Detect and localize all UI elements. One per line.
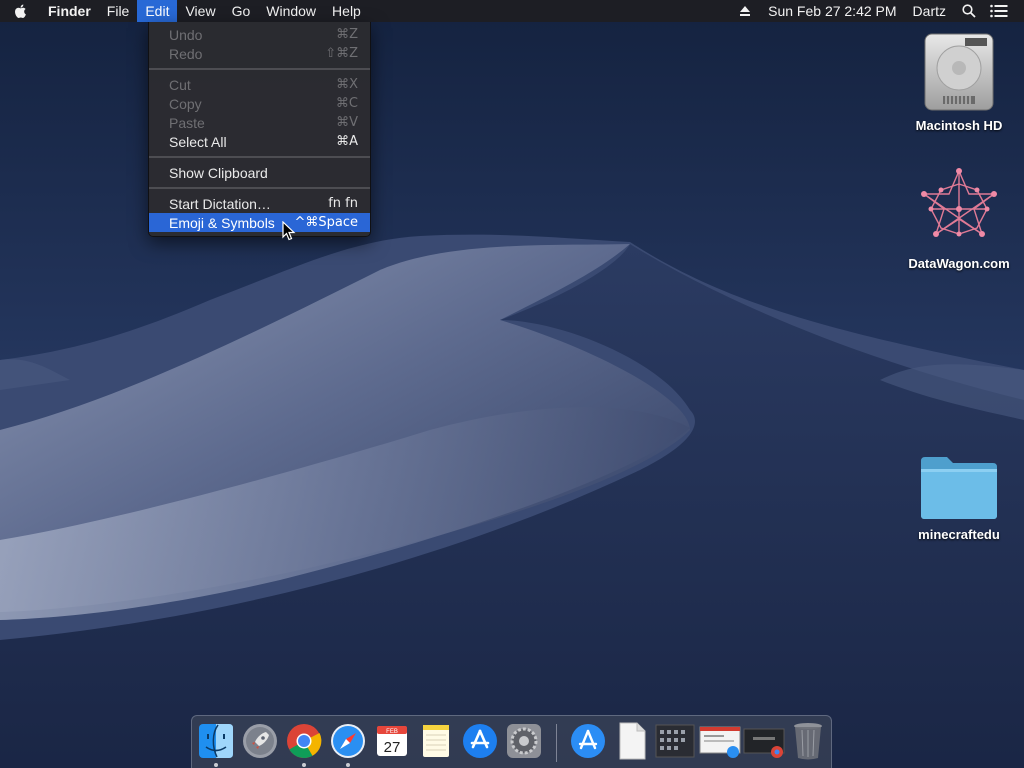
menu-item-shortcut: ^⌘Space [294, 215, 358, 230]
calendar-day: 27 [384, 739, 401, 756]
desktop-icon-datawagon[interactable]: DataWagon.com [904, 168, 1014, 271]
menu-item-paste[interactable]: Paste ⌘V [149, 113, 370, 132]
gear-icon [507, 724, 541, 758]
window-thumbnail-icon [655, 724, 695, 758]
chrome-icon [287, 724, 322, 758]
calendar-month: FEB [386, 729, 398, 735]
menu-item-undo[interactable]: Undo ⌘Z [149, 25, 370, 44]
notification-center-icon[interactable] [984, 0, 1014, 22]
menu-help[interactable]: Help [324, 0, 369, 22]
menu-item-copy[interactable]: Copy ⌘C [149, 94, 370, 113]
dock: FEB 27 [191, 715, 832, 768]
notes-icon [423, 725, 449, 757]
launchpad-rocket-icon [243, 724, 277, 758]
menu-item-label: Select All [169, 133, 227, 150]
desktop-icon-label: minecraftedu [918, 527, 1000, 542]
spotlight-search-icon[interactable] [954, 0, 984, 22]
menu-item-shortcut: ⌘X [336, 77, 358, 92]
menu-separator [149, 187, 370, 189]
eject-icon[interactable] [730, 0, 760, 22]
running-indicator [302, 763, 306, 767]
desktop-icon-macintosh-hd[interactable]: Macintosh HD [904, 32, 1014, 133]
menu-item-label: Show Clipboard [169, 164, 268, 181]
menu-item-start-dictation[interactable]: Start Dictation… fn fn [149, 194, 370, 213]
dock-item-window-3[interactable] [743, 721, 785, 761]
desktop-icon-label: Macintosh HD [915, 118, 1003, 133]
menu-item-emoji-symbols[interactable]: Emoji & Symbols ^⌘Space [149, 213, 370, 232]
window-thumbnail-icon [699, 726, 741, 758]
menu-item-shortcut: ⇧⌘Z [325, 46, 358, 61]
menu-item-label: Paste [169, 114, 205, 131]
menubar-user[interactable]: Dartz [905, 3, 954, 19]
dock-item-window-2[interactable] [699, 721, 741, 761]
dock-item-app-store[interactable] [461, 721, 499, 761]
menubar-clock[interactable]: Sun Feb 27 2:42 PM [760, 3, 904, 19]
menu-window[interactable]: Window [258, 0, 324, 22]
running-indicator [214, 763, 218, 767]
dock-divider [556, 724, 557, 762]
menu-item-label: Copy [169, 95, 202, 112]
menu-edit[interactable]: Edit [137, 0, 178, 22]
dock-item-finder[interactable] [197, 721, 235, 761]
menu-item-select-all[interactable]: Select All ⌘A [149, 132, 370, 151]
menu-separator [149, 68, 370, 70]
menu-item-shortcut: ⌘V [336, 115, 358, 130]
menu-item-cut[interactable]: Cut ⌘X [149, 75, 370, 94]
menu-item-shortcut: ⌘A [336, 134, 358, 149]
menu-item-label: Cut [169, 76, 191, 93]
mouse-cursor-icon [282, 221, 296, 241]
hard-drive-icon [924, 33, 994, 111]
menu-go[interactable]: Go [224, 0, 259, 22]
dock-item-safari[interactable] [329, 721, 367, 761]
safari-compass-icon [331, 724, 365, 758]
window-thumbnail-icon [743, 728, 785, 758]
trash-icon [794, 723, 822, 760]
dock-item-trash[interactable] [789, 721, 827, 761]
dock-item-notes[interactable] [417, 721, 455, 761]
desktop[interactable]: Finder File Edit View Go Window Help Sun… [0, 0, 1024, 768]
dock-item-window-1[interactable] [655, 721, 695, 761]
menu-finder[interactable]: Finder [40, 0, 99, 22]
menu-bar: Finder File Edit View Go Window Help Sun… [0, 0, 1024, 22]
desktop-icon-minecraftedu[interactable]: minecraftedu [904, 455, 1014, 542]
edit-menu-dropdown: Undo ⌘Z Redo ⇧⌘Z Cut ⌘X Copy ⌘C Paste ⌘V… [148, 22, 371, 237]
dock-item-calendar[interactable]: FEB 27 [373, 721, 411, 761]
finder-icon [199, 724, 233, 758]
menu-file[interactable]: File [99, 0, 138, 22]
menu-item-label: Undo [169, 26, 203, 43]
menu-item-label: Emoji & Symbols [169, 214, 275, 231]
folder-icon [921, 457, 997, 519]
menu-item-show-clipboard[interactable]: Show Clipboard [149, 163, 370, 182]
desktop-icon-label: DataWagon.com [908, 256, 1010, 271]
calendar-icon: FEB 27 [377, 726, 407, 756]
menu-item-shortcut: ⌘C [335, 96, 358, 111]
dock-item-applications[interactable] [569, 721, 607, 761]
menu-item-shortcut: ⌘Z [336, 27, 358, 42]
menu-item-redo[interactable]: Redo ⇧⌘Z [149, 44, 370, 63]
network-star-icon [921, 168, 997, 237]
document-icon [619, 722, 646, 760]
dock-item-chrome[interactable] [285, 721, 323, 761]
apple-logo-icon[interactable] [0, 0, 40, 22]
menu-item-shortcut: fn fn [328, 196, 358, 211]
menu-item-label: Start Dictation… [169, 195, 271, 212]
menu-separator [149, 156, 370, 158]
dock-item-system-preferences[interactable] [505, 721, 543, 761]
app-store-icon [463, 724, 497, 758]
running-indicator [346, 763, 350, 767]
menu-view[interactable]: View [177, 0, 223, 22]
dock-item-launchpad[interactable] [241, 721, 279, 761]
app-store-folder-icon [571, 724, 605, 758]
menu-item-label: Redo [169, 45, 203, 62]
dock-item-documents[interactable] [613, 721, 651, 761]
